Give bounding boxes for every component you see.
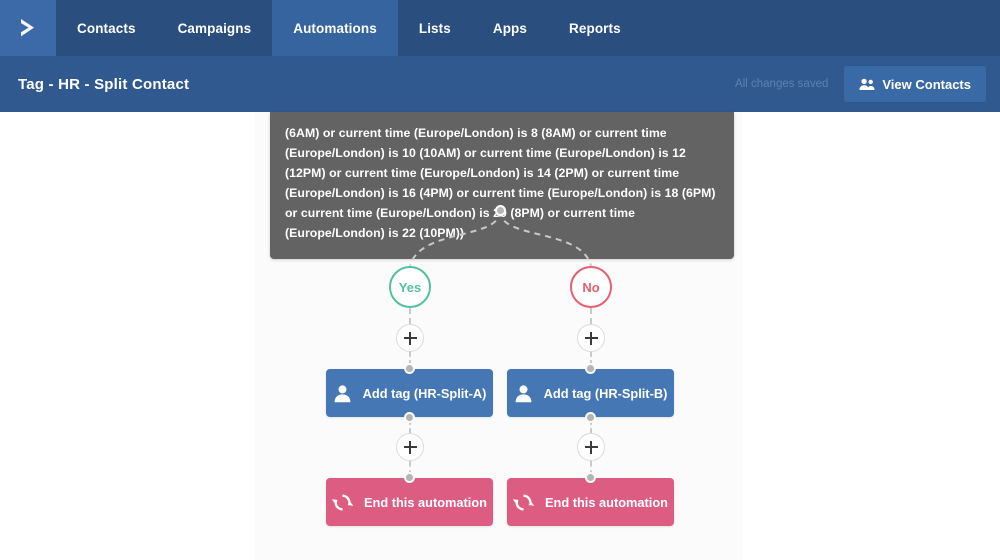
nav-label: Apps [492,20,528,36]
subheader-actions: All changes saved View Contacts [735,66,986,102]
person-icon [333,384,352,403]
nav-label: Automations [293,20,377,36]
view-contacts-button[interactable]: View Contacts [844,66,986,102]
split-node-dot[interactable] [495,205,506,216]
add-step-button-yes-1[interactable] [396,324,424,352]
step-card-label: End this automation [364,494,487,510]
refresh-cycle-icon [513,492,534,513]
connector-no-to-plus-1 [590,308,592,324]
nav-label: Campaigns [177,20,252,36]
step-card-label: Add tag (HR-Split-A) [362,385,487,401]
nav-item-reports[interactable]: Reports [548,0,642,56]
nav-label: Contacts [77,20,136,36]
step-card-end-automation-yes[interactable]: End this automation [326,478,493,526]
automation-subheader: Tag - HR - Split Contact All changes sav… [0,56,1000,112]
branch-label: No [582,279,600,295]
step-card-label: Add tag (HR-Split-B) [543,385,668,401]
branch-condition-no[interactable]: No [570,266,612,308]
chevron-right-logo-icon [15,15,41,41]
refresh-cycle-icon [332,492,353,513]
add-step-button-no-1[interactable] [577,324,605,352]
page-title: Tag - HR - Split Contact [18,75,190,93]
step-card-end-automation-no[interactable]: End this automation [507,478,674,526]
add-step-button-yes-2[interactable] [396,433,424,461]
person-icon [514,384,533,403]
nav-item-lists[interactable]: Lists [398,0,472,56]
node-dot-no-addtag-bottom[interactable] [585,412,596,423]
view-contacts-label: View Contacts [882,76,971,92]
node-dot-no-end-top[interactable] [585,472,596,483]
node-dot-no-addtag-top[interactable] [585,363,596,374]
node-dot-yes-addtag-bottom[interactable] [404,412,415,423]
step-card-add-tag-no[interactable]: Add tag (HR-Split-B) [507,369,674,417]
add-step-button-no-2[interactable] [577,433,605,461]
users-icon [859,78,875,91]
branch-condition-yes[interactable]: Yes [389,266,431,308]
node-dot-yes-end-top[interactable] [404,472,415,483]
top-navigation-bar: Contacts Campaigns Automations Lists App… [0,0,1000,56]
nav-item-apps[interactable]: Apps [472,0,548,56]
nav-item-contacts[interactable]: Contacts [56,0,157,56]
nav-item-automations[interactable]: Automations [272,0,398,56]
connector-yes-to-plus-1 [409,308,411,324]
nav-item-campaigns[interactable]: Campaigns [157,0,273,56]
nav-label: Reports [569,20,621,36]
app-logo[interactable] [0,0,56,56]
app-root: Contacts Campaigns Automations Lists App… [0,0,1000,560]
nav-items: Contacts Campaigns Automations Lists App… [56,0,642,56]
canvas-right-gutter [742,112,1000,560]
step-card-add-tag-yes[interactable]: Add tag (HR-Split-A) [326,369,493,417]
nav-label: Lists [418,20,451,36]
branch-label: Yes [398,279,422,295]
node-dot-yes-addtag-top[interactable] [404,363,415,374]
save-status-text: All changes saved [735,78,829,90]
canvas-left-gutter [0,112,255,560]
step-card-label: End this automation [545,494,668,510]
